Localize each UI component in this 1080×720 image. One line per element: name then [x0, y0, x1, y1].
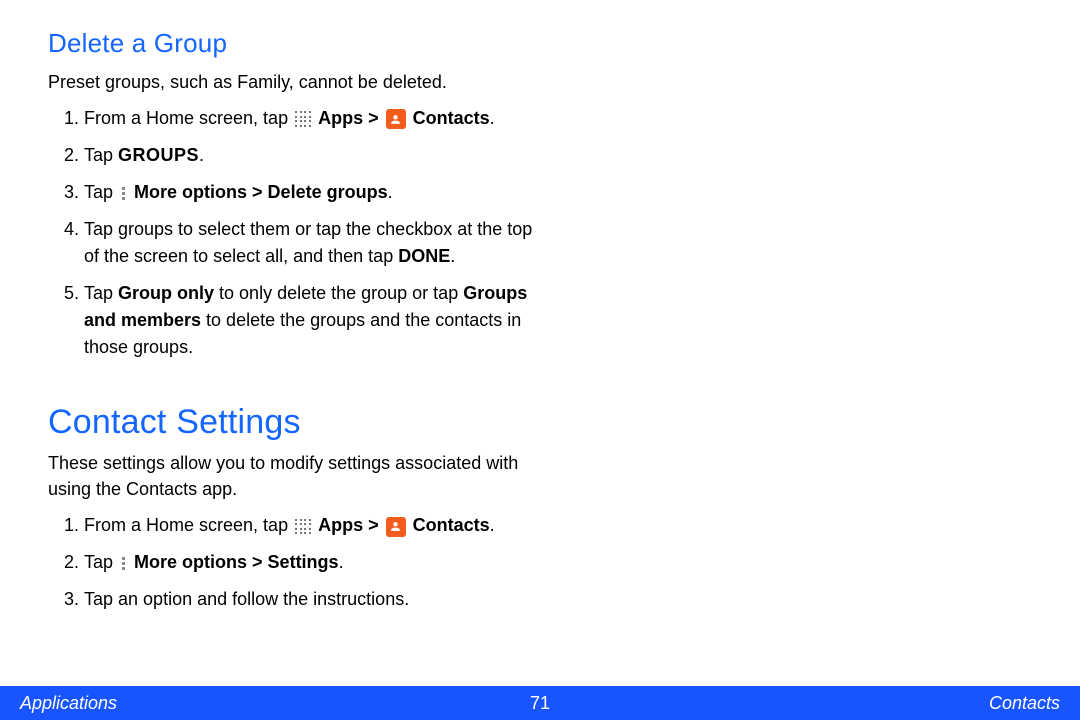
- contacts-icon: [386, 109, 406, 129]
- step-4: Tap groups to select them or tap the che…: [84, 216, 552, 270]
- step-text: From a Home screen, tap: [84, 515, 293, 535]
- more-options-icon: [120, 557, 127, 570]
- manual-page: Delete a Group Preset groups, such as Fa…: [0, 0, 1080, 720]
- body-column: Delete a Group Preset groups, such as Fa…: [0, 0, 600, 613]
- step-2: Tap GROUPS.: [84, 142, 552, 169]
- more-options-settings: More options > Settings: [134, 552, 339, 572]
- step-tail: .: [490, 108, 495, 128]
- step-1: From a Home screen, tap Apps > Contacts.: [84, 105, 552, 132]
- step-mid: to only delete the group or tap: [214, 283, 463, 303]
- heading-contact-settings: Contact Settings: [48, 403, 552, 442]
- more-options-icon: [120, 187, 127, 200]
- step-text: Tap groups to select them or tap the che…: [84, 219, 532, 266]
- step-text: Tap an option and follow the instruction…: [84, 589, 409, 609]
- step-text: Tap: [84, 182, 118, 202]
- contacts-label: Contacts: [413, 108, 490, 128]
- step-3: Tap an option and follow the instruction…: [84, 586, 552, 613]
- footer-right: Contacts: [989, 693, 1060, 714]
- step-2: Tap More options > Settings.: [84, 549, 552, 576]
- footer-page-number: 71: [530, 693, 550, 714]
- step-tail: .: [199, 145, 204, 165]
- intro-delete-group: Preset groups, such as Family, cannot be…: [48, 69, 552, 95]
- step-text: From a Home screen, tap: [84, 108, 293, 128]
- step-text: Tap: [84, 145, 118, 165]
- step-tail: .: [339, 552, 344, 572]
- group-only-label: Group only: [118, 283, 214, 303]
- steps-contact-settings: From a Home screen, tap Apps > Contacts.…: [84, 512, 552, 613]
- groups-label: GROUPS: [118, 145, 199, 165]
- more-options-delete: More options > Delete groups: [134, 182, 388, 202]
- apps-label: Apps >: [318, 515, 384, 535]
- apps-grid-icon: [295, 519, 311, 535]
- contacts-label: Contacts: [413, 515, 490, 535]
- step-tail: .: [388, 182, 393, 202]
- heading-delete-group: Delete a Group: [48, 28, 552, 59]
- contacts-icon: [386, 517, 406, 537]
- step-5: Tap Group only to only delete the group …: [84, 280, 552, 361]
- step-text: Tap: [84, 283, 118, 303]
- step-1: From a Home screen, tap Apps > Contacts.: [84, 512, 552, 539]
- intro-contact-settings: These settings allow you to modify setti…: [48, 450, 552, 502]
- step-tail: .: [450, 246, 455, 266]
- step-tail: .: [490, 515, 495, 535]
- footer-bar: Applications 71 Contacts: [0, 686, 1080, 720]
- done-label: DONE: [398, 246, 450, 266]
- steps-delete-group: From a Home screen, tap Apps > Contacts.…: [84, 105, 552, 361]
- step-3: Tap More options > Delete groups.: [84, 179, 552, 206]
- apps-label: Apps >: [318, 108, 384, 128]
- apps-grid-icon: [295, 111, 311, 127]
- footer-left: Applications: [20, 693, 117, 714]
- step-text: Tap: [84, 552, 118, 572]
